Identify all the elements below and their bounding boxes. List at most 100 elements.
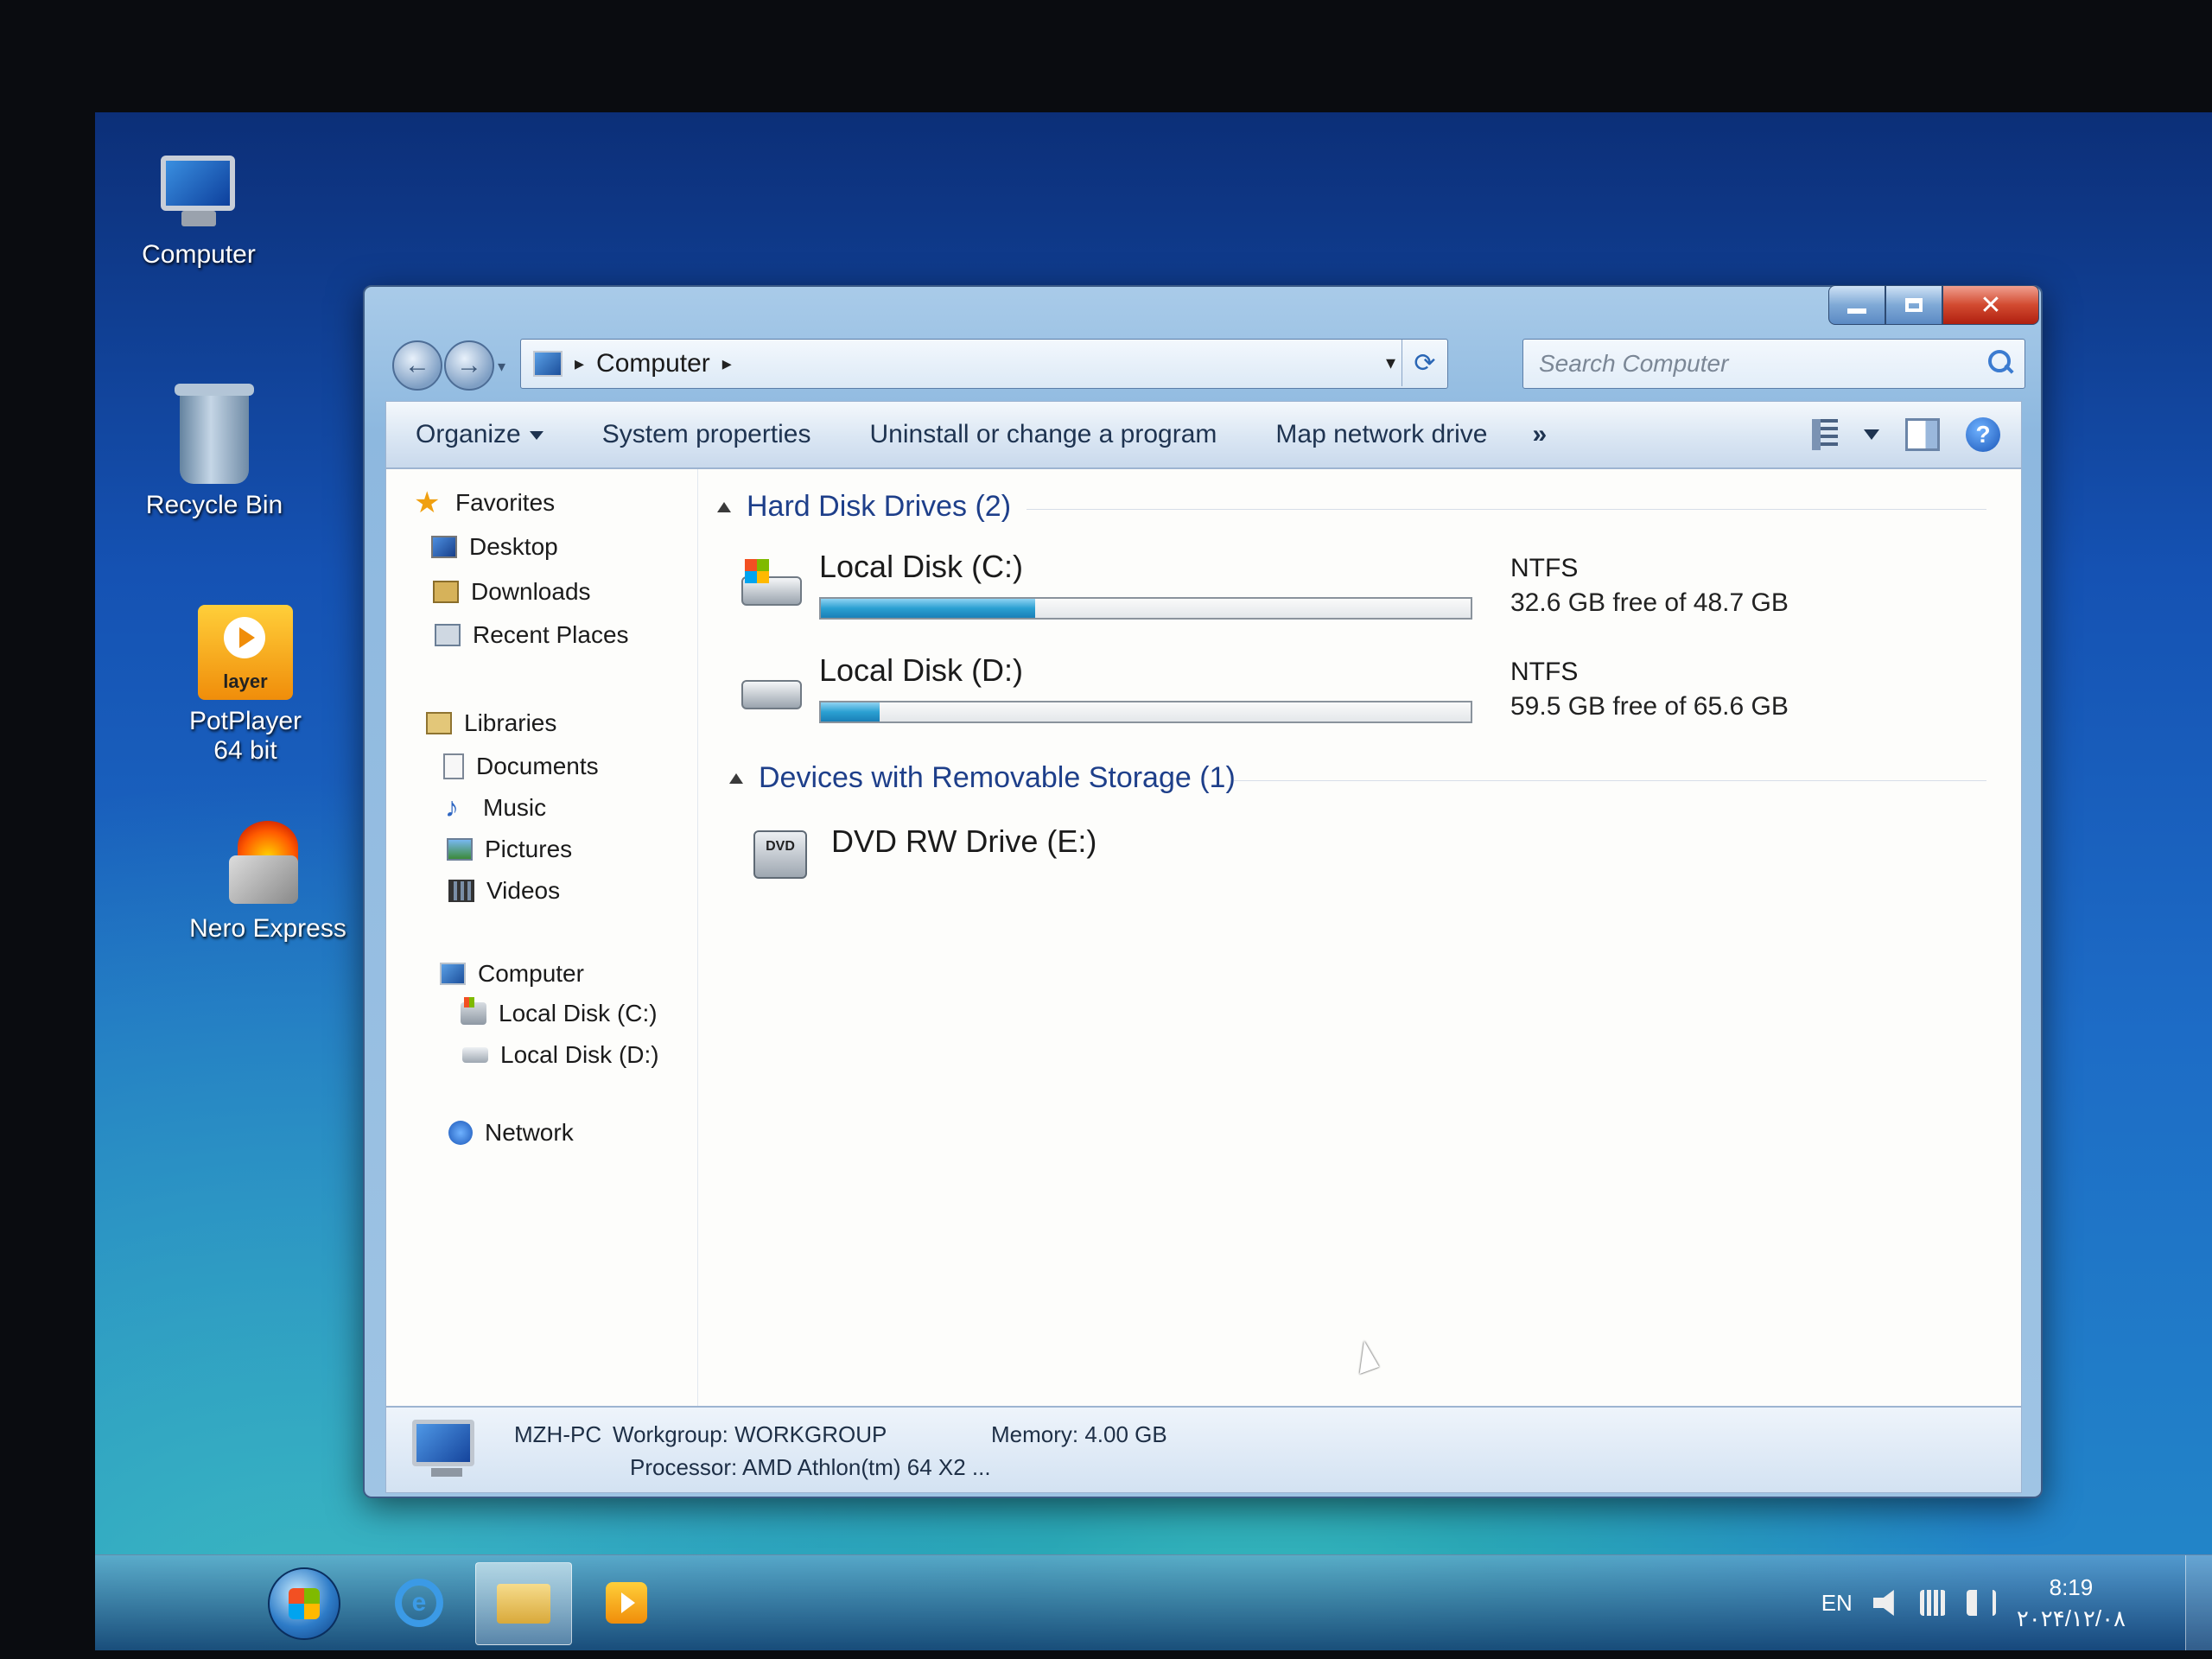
nav-downloads[interactable]: Downloads <box>433 578 591 606</box>
desktop-icon-label: Nero Express <box>189 914 346 943</box>
star-icon: ★ <box>414 486 441 519</box>
computer-icon <box>156 156 242 233</box>
preview-pane-icon[interactable] <box>1905 418 1940 451</box>
nav-pictures[interactable]: Pictures <box>447 836 572 863</box>
main-pane: Hard Disk Drives (2) Local Disk (C:) NTF… <box>698 469 2021 1406</box>
drive-item-e[interactable]: DVD DVD RW Drive (E:) <box>741 815 1986 910</box>
drive-usage-bar <box>819 701 1472 723</box>
taskbar-explorer[interactable] <box>475 1562 572 1645</box>
organize-button[interactable]: Organize <box>386 420 573 449</box>
breadcrumb-chevron-icon[interactable]: ▸ <box>575 353 584 375</box>
collapse-icon <box>729 772 743 784</box>
speaker-icon[interactable] <box>1872 1590 1894 1616</box>
address-history-dropdown[interactable]: ▾ <box>1386 352 1395 374</box>
nav-favorites[interactable]: ★ Favorites <box>414 488 555 518</box>
taskbar: e EN 8:19 ۲۰۲۴/۱۲/۰۸ <box>95 1554 2212 1650</box>
window-controls: ✕ <box>1828 285 2039 325</box>
address-row: ← → ▾ ▸ Computer ▸ ▾ ⟳ <box>384 335 2025 391</box>
help-icon[interactable]: ? <box>1966 417 2000 452</box>
nav-network[interactable]: Network <box>448 1119 574 1147</box>
desktop-icon-potplayer[interactable]: layer PotPlayer 64 bit <box>150 605 340 766</box>
nav-local-disk-c[interactable]: Local Disk (C:) <box>461 997 658 1027</box>
close-icon: ✕ <box>1980 290 2002 320</box>
taskbar-ie[interactable]: e <box>372 1562 467 1643</box>
maximize-button[interactable] <box>1885 285 1942 325</box>
group-removable-storage[interactable]: Devices with Removable Storage (1) <box>729 761 1236 795</box>
show-desktop-button[interactable] <box>2185 1555 2212 1650</box>
group-divider <box>1234 780 1986 781</box>
network-icon[interactable] <box>1919 1590 1946 1616</box>
drive-usage-bar <box>819 597 1472 620</box>
desktop-icon-recycle-bin[interactable]: Recycle Bin <box>128 384 301 520</box>
uninstall-program-button[interactable]: Uninstall or change a program <box>841 420 1247 449</box>
system-properties-button[interactable]: System properties <box>573 420 841 449</box>
views-dropdown-icon[interactable] <box>1864 429 1879 440</box>
breadcrumb-computer[interactable]: Computer <box>596 349 710 378</box>
views-icon[interactable] <box>1812 419 1838 450</box>
volume-icon[interactable] <box>1966 1590 1996 1616</box>
group-hard-disk-drives[interactable]: Hard Disk Drives (2) <box>717 490 1011 524</box>
close-button[interactable]: ✕ <box>1942 285 2039 325</box>
desktop-icon-computer[interactable]: Computer <box>112 156 285 270</box>
explorer-window: ✕ ← → ▾ ▸ Computer ▸ ▾ ⟳ Organize System… <box>363 285 2043 1498</box>
windows-logo-icon <box>745 559 769 583</box>
back-button[interactable]: ← <box>392 340 442 391</box>
nav-local-disk-d[interactable]: Local Disk (D:) <box>462 1041 659 1069</box>
language-indicator[interactable]: EN <box>1821 1590 1853 1617</box>
organize-label: Organize <box>416 420 521 448</box>
recent-pages-dropdown[interactable]: ▾ <box>498 358 505 376</box>
forward-button[interactable]: → <box>444 340 494 391</box>
nav-label: Recent Places <box>473 621 629 648</box>
drive-filesystem: NTFS <box>1510 554 1579 582</box>
documents-icon <box>443 753 464 779</box>
search-icon[interactable] <box>1988 350 2011 372</box>
search-input[interactable] <box>1523 349 1955 378</box>
minimize-button[interactable] <box>1828 285 1885 325</box>
nav-label: Videos <box>486 877 561 904</box>
nav-label: Local Disk (C:) <box>499 1000 658 1027</box>
group-title: Hard Disk Drives (2) <box>747 490 1012 523</box>
view-controls: ? <box>1812 417 2021 452</box>
drive-item-c[interactable]: Local Disk (C:) NTFS 32.6 GB free of 48.… <box>741 549 1986 644</box>
desktop-icon-nero[interactable]: Nero Express <box>173 821 363 944</box>
more-commands-button[interactable]: » <box>1517 420 1563 449</box>
group-divider <box>1027 509 1986 510</box>
details-pane: MZH-PC Workgroup: WORKGROUP Memory: 4.00… <box>385 1407 2022 1493</box>
forward-icon: → <box>456 351 482 379</box>
nav-documents[interactable]: Documents <box>443 753 599 780</box>
start-orb[interactable] <box>268 1567 340 1640</box>
map-network-drive-button[interactable]: Map network drive <box>1246 420 1516 449</box>
system-tray: EN 8:19 ۲۰۲۴/۱۲/۰۸ <box>1821 1555 2126 1650</box>
drive-usage-fill <box>821 702 880 721</box>
clock-time: 8:19 <box>2049 1574 2094 1600</box>
drive-free-space: 59.5 GB free of 65.6 GB <box>1510 692 1789 721</box>
drive-item-d[interactable]: Local Disk (D:) NTFS 59.5 GB free of 65.… <box>741 652 1986 747</box>
search-box[interactable] <box>1522 339 2025 389</box>
refresh-button[interactable]: ⟳ <box>1402 340 1447 386</box>
address-bar[interactable]: ▸ Computer ▸ ▾ ⟳ <box>520 339 1448 389</box>
dvd-icon: DVD <box>753 830 814 879</box>
potplayer-icon: layer <box>198 605 293 700</box>
clock[interactable]: 8:19 ۲۰۲۴/۱۲/۰۸ <box>2017 1572 2126 1634</box>
nav-music[interactable]: ♪ Music <box>445 793 546 822</box>
drive-name: Local Disk (D:) <box>819 652 1024 688</box>
nav-recent-places[interactable]: Recent Places <box>435 621 629 649</box>
downloads-icon <box>433 581 459 603</box>
computer-icon <box>440 963 466 985</box>
clock-date: ۲۰۲۴/۱۲/۰۸ <box>2016 1605 2126 1631</box>
nav-desktop[interactable]: Desktop <box>431 533 558 561</box>
nav-computer[interactable]: Computer <box>440 960 584 988</box>
nav-label: Pictures <box>485 836 573 862</box>
breadcrumb-chevron-icon[interactable]: ▸ <box>722 353 732 375</box>
hdd-icon <box>462 1047 488 1063</box>
command-bar: Organize System properties Uninstall or … <box>385 401 2022 468</box>
drive-usage-fill <box>821 599 1036 618</box>
back-icon: ← <box>404 351 430 379</box>
desktop: Computer Recycle Bin layer PotPlayer 64 … <box>95 112 2212 1650</box>
nav-libraries[interactable]: Libraries <box>426 709 556 737</box>
taskbar-potplayer[interactable] <box>579 1562 674 1643</box>
videos-icon <box>448 880 474 902</box>
nav-label: Desktop <box>469 533 558 560</box>
nav-videos[interactable]: Videos <box>448 877 560 905</box>
memory: Memory: 4.00 GB <box>991 1421 1167 1447</box>
